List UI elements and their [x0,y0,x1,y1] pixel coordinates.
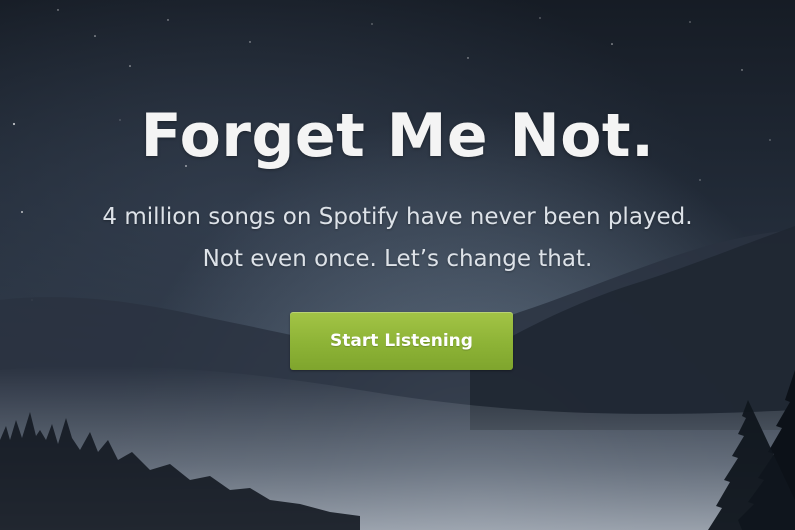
start-listening-button[interactable]: Start Listening [290,312,513,370]
subheadline-line-1: 4 million songs on Spotify have never be… [102,204,693,230]
subheadline-line-2: Not even once. Let’s change that. [202,246,593,272]
headline: Forget Me Not. [140,101,655,171]
hero-section: Forget Me Not. 4 million songs on Spotif… [0,0,795,530]
